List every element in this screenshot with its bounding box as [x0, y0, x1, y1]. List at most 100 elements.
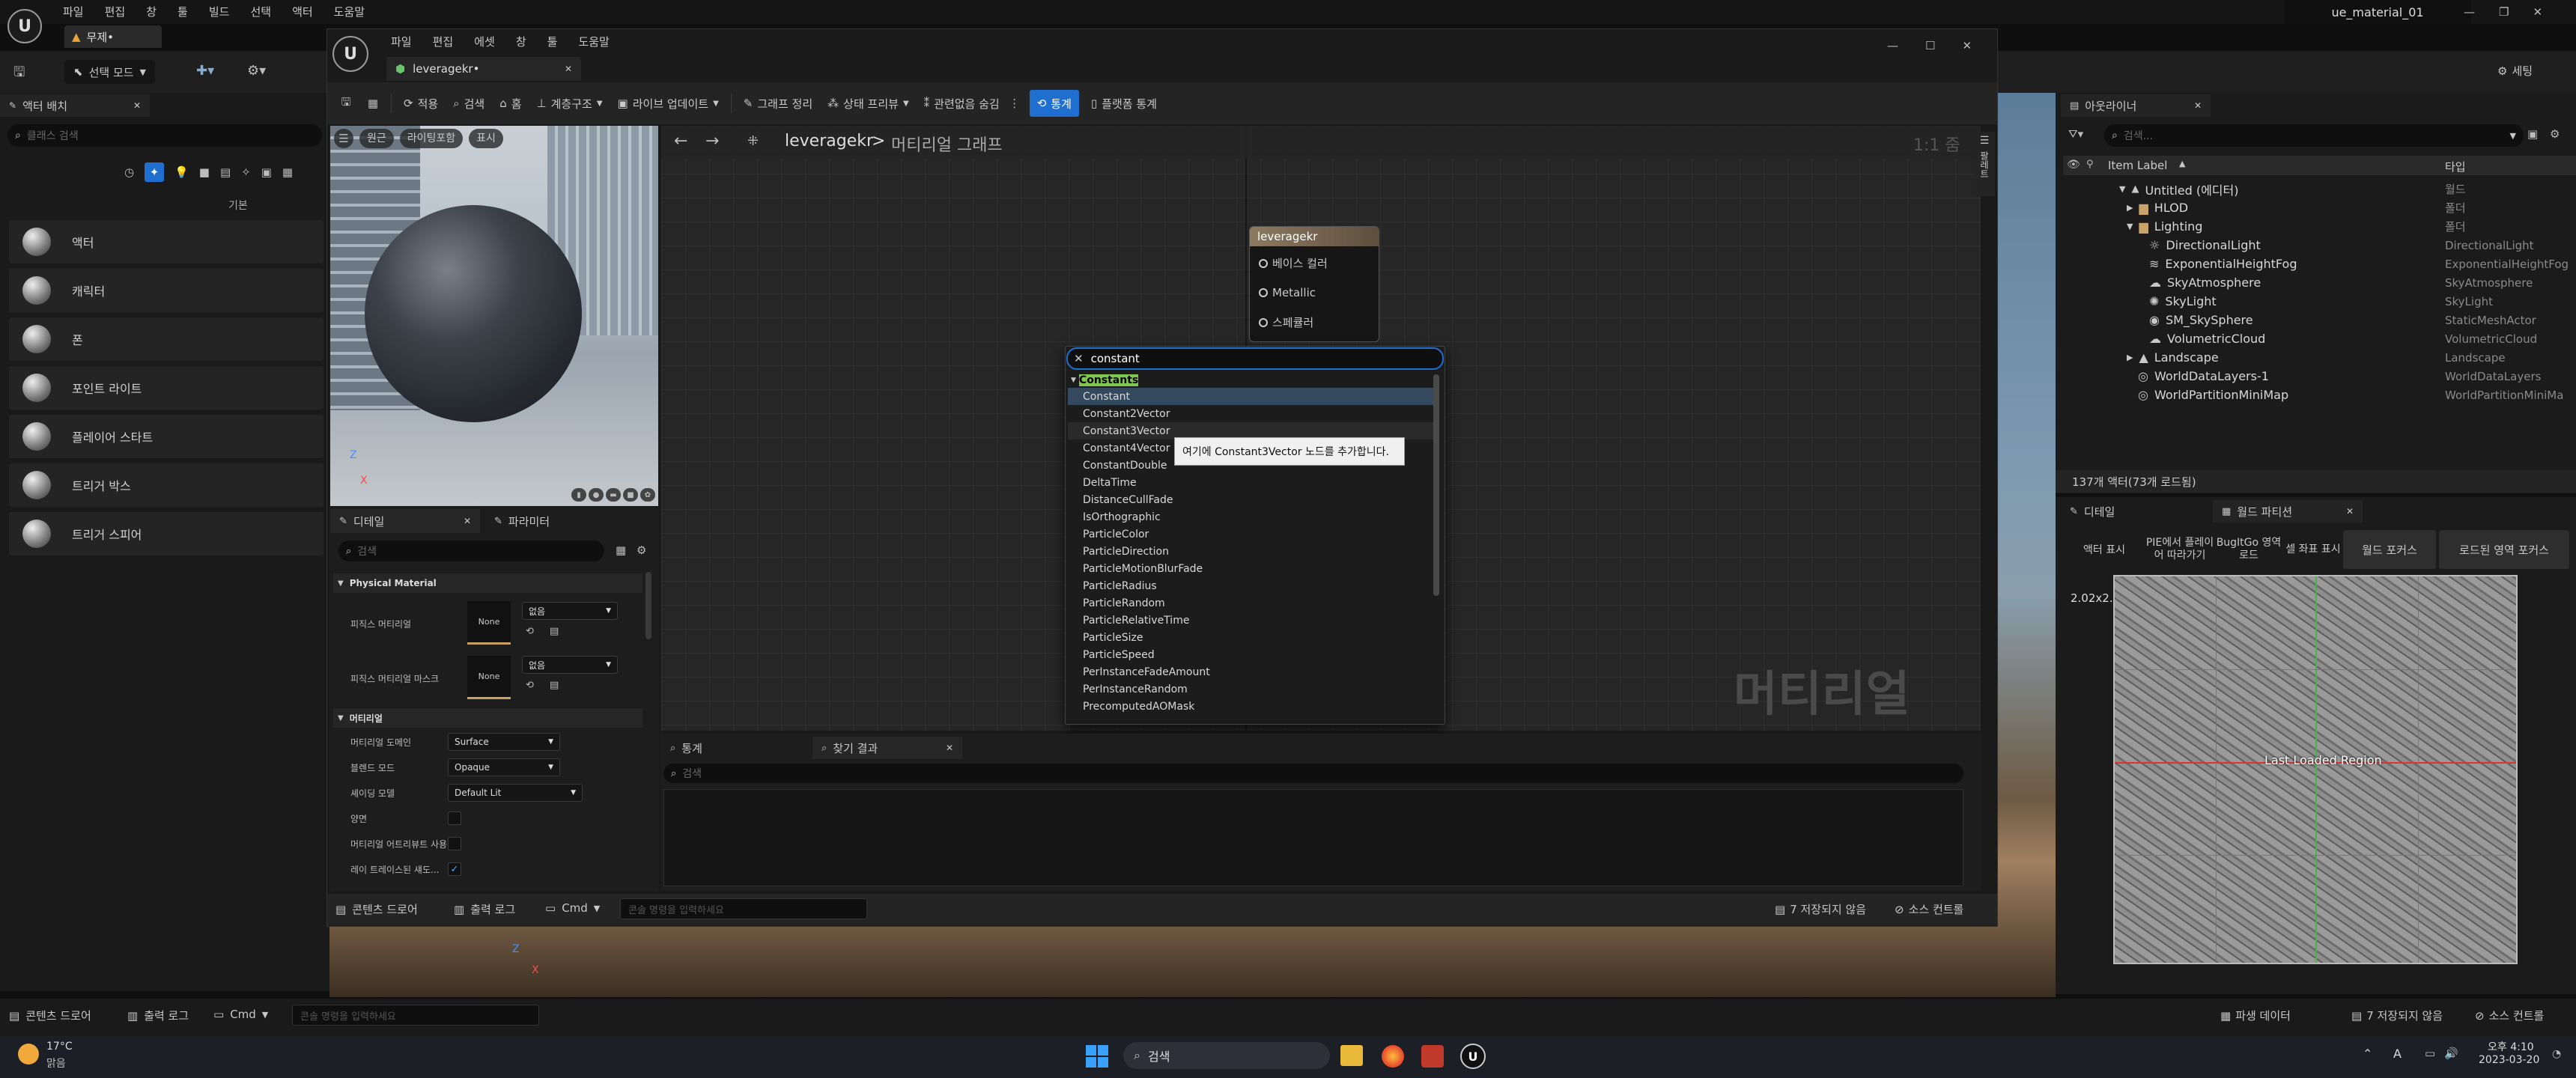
blueprint-icon[interactable]: ⚙▾ [247, 63, 266, 79]
teapot-icon[interactable]: ✿ [640, 488, 655, 502]
section-material[interactable]: ▼ 머티리얼 [333, 708, 643, 728]
details-tab[interactable]: ✎ 디테일 ✕ [330, 509, 480, 533]
outliner-row[interactable]: ◉ SM_SkySphere StaticMeshActor [2063, 311, 2576, 329]
menu-tools[interactable]: 툴 [167, 4, 198, 19]
outliner-row[interactable]: ▼ ▆ Lighting 폴더 [2063, 217, 2576, 236]
details-search-input[interactable]: ⌕ 검색 [338, 540, 604, 561]
me-menu-edit[interactable]: 편집 [422, 34, 464, 49]
minimize-icon[interactable]: — [1887, 39, 1898, 52]
weather-temp[interactable]: 17°C [46, 1041, 73, 1053]
find-search-input[interactable]: ⌕ 검색 [663, 764, 1963, 783]
recent-icon[interactable]: ◷ [124, 165, 134, 179]
source-control-button[interactable]: ⊘ 소스 컨트롤 [2475, 1008, 2544, 1023]
plane-icon[interactable]: ▬ [606, 488, 621, 502]
maximize-icon[interactable]: ☐ [1925, 39, 1935, 52]
close-tab-icon[interactable]: ✕ [2194, 100, 2202, 111]
expand-icon[interactable]: ▶ [2127, 203, 2133, 213]
world-focus-button[interactable]: 월드 포커스 [2343, 530, 2436, 569]
settings-button[interactable]: ⚙ 세팅 [2497, 63, 2533, 79]
derived-data-button[interactable]: ▦ 파생 데이터 [2220, 1008, 2291, 1023]
browse-asset-icon[interactable]: ▤ [550, 680, 559, 691]
ray-traced-shadows-checkbox[interactable]: ✓ [448, 862, 461, 876]
menu-file[interactable]: 파일 [52, 4, 94, 19]
show-button[interactable]: 표시 [469, 129, 503, 148]
platform-stats-button[interactable]: ▯ 플랫폼 통계 [1084, 90, 1164, 117]
list-item[interactable]: PrecomputedAOMask [1068, 698, 1433, 715]
chevron-up-icon[interactable]: ⌃ [2363, 1047, 2372, 1061]
outliner-row[interactable]: ▶ ▲ Landscape Landscape [2063, 348, 2576, 367]
outliner-row[interactable]: ✺ SkyLight SkyLight [2063, 292, 2576, 311]
me-menu-file[interactable]: 파일 [380, 34, 422, 49]
section-physical-material[interactable]: ▼ Physical Material [333, 573, 643, 593]
taskbar-search[interactable]: ⌕ 검색 [1123, 1042, 1330, 1069]
restore-icon[interactable]: ❐ [2499, 5, 2509, 19]
list-item[interactable]: PerInstanceFadeAmount [1068, 663, 1433, 680]
apply-button[interactable]: ⟳ 적용 [396, 90, 446, 117]
two-sided-checkbox[interactable] [448, 811, 461, 825]
place-item-trigger-box[interactable]: 트리거 박스 [9, 463, 323, 507]
material-preview-viewport[interactable] [330, 126, 658, 506]
menu-build[interactable]: 빌드 [198, 4, 240, 19]
menu-help[interactable]: 도움말 [323, 4, 375, 19]
pin-specular[interactable]: 스페큘러 [1259, 314, 1379, 330]
me-menu-tools[interactable]: 툴 [537, 34, 568, 49]
firefox-icon[interactable] [1382, 1045, 1404, 1068]
shapes-icon[interactable]: ■ [199, 165, 210, 179]
clear-search-icon[interactable]: ✕ [1074, 352, 1084, 365]
list-item[interactable]: Constant2Vector [1068, 405, 1433, 422]
me-content-drawer-button[interactable]: ▤ 콘텐츠 드로어 [335, 901, 418, 917]
material-tab[interactable]: ⬢ leveragekr• ✕ [386, 57, 581, 81]
volume-icon[interactable]: 🔊 [2444, 1047, 2458, 1060]
show-actors-button[interactable]: 액터 표시 [2063, 530, 2145, 569]
filter-icon[interactable]: ⛛▾ [2068, 127, 2083, 141]
content-drawer-button[interactable]: ▤ 콘텐츠 드로어 [9, 1008, 91, 1023]
cube-icon[interactable]: ■ [623, 488, 638, 502]
settings-icon[interactable]: ⚙ [2550, 127, 2560, 141]
table-view-icon[interactable]: ▦ [616, 543, 626, 557]
network-icon[interactable]: ▭ [2425, 1047, 2435, 1060]
palette-side-tab[interactable]: ☰ 팔레트 [1974, 132, 1995, 196]
app-icon[interactable] [1421, 1045, 1444, 1068]
follow-player-button[interactable]: PIE에서 플레이어 따라가기 [2145, 530, 2214, 569]
class-search-input[interactable]: ⌕ 클래스 검색 [7, 124, 322, 147]
hierarchy-button[interactable]: ⊥ 계층구조 ▼ [529, 90, 610, 117]
place-item-actor[interactable]: 액터 [9, 220, 323, 264]
cmd-dropdown[interactable]: ▭ Cmd ▼ [213, 1008, 268, 1021]
clock-time[interactable]: 오후 4:10 [2488, 1039, 2534, 1054]
bugitgo-load-button[interactable]: BugItGo 영역 로드 [2214, 530, 2283, 569]
list-item[interactable]: Constant [1068, 388, 1433, 405]
node-search-input[interactable]: ✕ constant [1066, 347, 1444, 370]
expand-icon[interactable]: ▼ [2127, 222, 2133, 231]
stats-tab[interactable]: ⌕ 통계 [661, 737, 811, 759]
level-tab[interactable]: ▲ 무제• [64, 25, 162, 48]
sphere-icon[interactable]: ● [589, 488, 604, 502]
select-mode-button[interactable]: ⬉ 선택 모드 ▼ [64, 60, 156, 84]
expand-icon[interactable]: ▶ [2127, 353, 2133, 362]
outliner-row[interactable]: ◎ WorldPartitionMiniMap WorldPartitionMini… [2063, 386, 2576, 404]
me-console-input[interactable]: 콘솔 명령을 입력하세요 [620, 898, 867, 919]
forward-arrow-icon[interactable]: → [705, 132, 719, 150]
browse-icon[interactable]: ▦ [359, 97, 386, 110]
place-actors-tab[interactable]: ✎ 액터 배치 ✕ [0, 94, 150, 117]
stats-button[interactable]: ⟲ 통계 [1029, 90, 1079, 117]
output-log-button[interactable]: ▥ 출력 로그 [127, 1008, 189, 1023]
outliner-row[interactable]: ☁ SkyAtmosphere SkyAtmosphere [2063, 273, 2576, 292]
me-source-control-button[interactable]: ⊘ 소스 컨트롤 [1895, 901, 1963, 917]
expand-icon[interactable]: ▼ [2119, 184, 2125, 194]
settings-icon[interactable]: ⚙ [637, 543, 646, 557]
menu-select[interactable]: 선택 [240, 4, 282, 19]
outliner-row[interactable]: ☼ DirectionalLight DirectionalLight [2063, 236, 2576, 255]
visual-effects-icon[interactable]: ✧ [241, 165, 251, 179]
outliner-row[interactable]: ▼ ▲ Untitled (에디터) 월드 [2063, 180, 2576, 198]
list-item[interactable]: DistanceCullFade [1068, 491, 1433, 508]
console-input[interactable]: 콘솔 명령을 입력하세요 [292, 1005, 539, 1026]
breadcrumb-root[interactable]: leveragekr [785, 132, 873, 150]
details-tab[interactable]: ✎ 디테일 [2061, 500, 2211, 523]
outliner-row[interactable]: ≋ ExponentialHeightFog ExponentialHeightFo… [2063, 255, 2576, 273]
list-item[interactable]: ParticleMotionBlurFade [1068, 560, 1433, 577]
unreal-taskbar-icon[interactable]: U [1460, 1044, 1486, 1069]
add-content-icon[interactable]: ✚▾ [196, 63, 214, 79]
place-item-pawn[interactable]: 폰 [9, 317, 323, 361]
back-arrow-icon[interactable]: ← [674, 132, 687, 150]
list-item[interactable]: ParticleDirection [1068, 543, 1433, 560]
